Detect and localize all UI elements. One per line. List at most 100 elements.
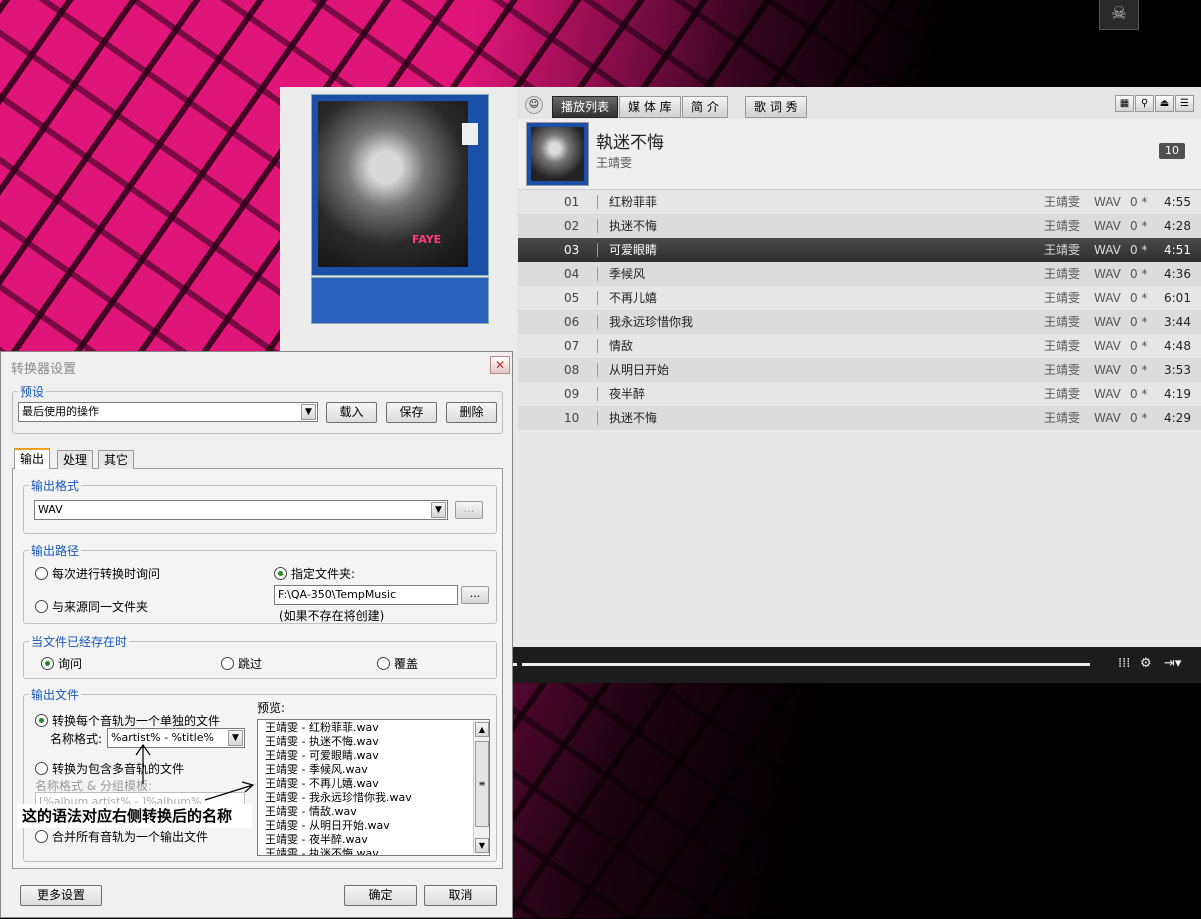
track-duration: 4:29 xyxy=(1164,411,1191,425)
track-duration: 4:55 xyxy=(1164,195,1191,209)
track-artist: 王靖雯 xyxy=(1044,315,1081,329)
track-duration: 4:51 xyxy=(1164,243,1191,257)
output-icon[interactable]: ⇥▾ xyxy=(1164,656,1181,671)
album-art-panel: FAYE xyxy=(280,87,517,352)
track-format: WAV xyxy=(1094,243,1121,257)
column-divider xyxy=(597,387,598,401)
track-format: WAV xyxy=(1094,411,1121,425)
tab-playlist[interactable]: 播放列表 xyxy=(552,96,619,118)
column-divider xyxy=(597,267,598,281)
settings-icon[interactable]: ⚙ xyxy=(1140,656,1152,671)
track-row[interactable]: 02 执迷不悔 王靖雯 WAV 0 * 4:28 xyxy=(518,214,1201,238)
annotation-arrows xyxy=(135,743,255,801)
column-divider xyxy=(597,363,598,377)
column-divider xyxy=(597,411,598,425)
track-artist: 王靖雯 xyxy=(1044,195,1081,209)
track-duration: 4:28 xyxy=(1164,219,1191,233)
track-number: 01 xyxy=(564,195,580,209)
search-icon[interactable]: ⚲ xyxy=(1135,95,1154,112)
track-number: 07 xyxy=(564,339,580,353)
track-format: WAV xyxy=(1094,387,1121,401)
track-title: 执迷不悔 xyxy=(609,219,658,233)
album-header: 執迷不悔 王靖雯 10 xyxy=(518,119,1201,190)
cancel-button[interactable]: 取消 xyxy=(424,885,497,906)
player-toolbar: ▦ ⚲ ⏏ ☰ xyxy=(1114,95,1194,112)
track-number: 04 xyxy=(564,267,580,281)
converter-settings-dialog: 转换器设置 ✕ 预设 最后使用的操作 ▼ 载入 保存 删除 输出 处理 其它 输… xyxy=(0,351,513,918)
annotation-text: 这的语法对应右侧转换后的名称 xyxy=(17,804,252,828)
column-divider xyxy=(597,219,598,233)
track-artist: 王靖雯 xyxy=(1044,219,1081,233)
track-row[interactable]: 01 红粉菲菲 王靖雯 WAV 0 * 4:55 xyxy=(518,190,1201,214)
track-duration: 3:44 xyxy=(1164,315,1191,329)
player-controls: ⁞⁞⁞ ⚙ ⇥▾ xyxy=(512,647,1201,683)
progress-bar[interactable] xyxy=(522,663,1090,666)
track-rating: 0 * xyxy=(1130,267,1148,281)
track-row[interactable]: 09 夜半醉 王靖雯 WAV 0 * 4:19 xyxy=(518,382,1201,406)
track-artist: 王靖雯 xyxy=(1044,411,1081,425)
track-artist: 王靖雯 xyxy=(1044,387,1081,401)
tab-lyrics[interactable]: 歌 词 秀 xyxy=(745,96,807,118)
track-title: 红粉菲菲 xyxy=(609,195,658,209)
ok-button[interactable]: 确定 xyxy=(344,885,417,906)
track-rating: 0 * xyxy=(1130,291,1148,305)
track-list: 01 红粉菲菲 王靖雯 WAV 0 * 4:55 02 执迷不悔 王靖雯 WAV 0 * 4:28 03… xyxy=(518,190,1201,430)
track-title: 可爱眼睛 xyxy=(609,243,658,257)
track-duration: 6:01 xyxy=(1164,291,1191,305)
track-row[interactable]: 07 情敌 王靖雯 WAV 0 * 4:48 xyxy=(518,334,1201,358)
track-number: 08 xyxy=(564,363,580,377)
tab-media-library[interactable]: 媒 体 库 xyxy=(619,96,681,118)
track-title: 执迷不悔 xyxy=(609,411,658,425)
track-row[interactable]: 08 从明日开始 王靖雯 WAV 0 * 3:53 xyxy=(518,358,1201,382)
track-artist: 王靖雯 xyxy=(1044,267,1081,281)
track-rating: 0 * xyxy=(1130,363,1148,377)
equalizer-icon[interactable]: ⁞⁞⁞ xyxy=(1118,656,1130,671)
eject-icon[interactable]: ⏏ xyxy=(1155,95,1174,112)
track-row[interactable]: 03 可爱眼睛 王靖雯 WAV 0 * 4:51 xyxy=(518,238,1201,262)
track-number: 09 xyxy=(564,387,580,401)
track-format: WAV xyxy=(1094,315,1121,329)
track-number: 02 xyxy=(564,219,580,233)
track-artist: 王靖雯 xyxy=(1044,243,1081,257)
track-artist: 王靖雯 xyxy=(1044,291,1081,305)
menu-icon[interactable]: ☰ xyxy=(1175,95,1194,112)
album-artist: 王靖雯 xyxy=(596,156,633,170)
track-format: WAV xyxy=(1094,339,1121,353)
track-rating: 0 * xyxy=(1130,411,1148,425)
track-number: 06 xyxy=(564,315,580,329)
track-duration: 4:19 xyxy=(1164,387,1191,401)
cover-stamp xyxy=(462,123,478,145)
grid-view-icon[interactable]: ▦ xyxy=(1115,95,1134,112)
album-title: 執迷不悔 xyxy=(596,133,664,153)
track-count-badge: 10 xyxy=(1159,143,1185,159)
album-thumbnail xyxy=(526,122,589,186)
column-divider xyxy=(597,243,598,257)
track-rating: 0 * xyxy=(1130,243,1148,257)
track-number: 05 xyxy=(564,291,580,305)
track-number: 03 xyxy=(564,243,580,257)
column-divider xyxy=(597,339,598,353)
track-format: WAV xyxy=(1094,195,1121,209)
column-divider xyxy=(597,291,598,305)
alien-icon[interactable]: ☠ xyxy=(1099,0,1139,30)
tab-intro[interactable]: 简 介 xyxy=(682,96,728,118)
track-row[interactable]: 05 不再儿嬉 王靖雯 WAV 0 * 6:01 xyxy=(518,286,1201,310)
column-divider xyxy=(597,195,598,209)
track-title: 夜半醉 xyxy=(609,387,646,401)
cover-tag: FAYE xyxy=(412,233,442,246)
track-format: WAV xyxy=(1094,267,1121,281)
track-title: 我永远珍惜你我 xyxy=(609,315,694,329)
cover-photo xyxy=(318,101,468,267)
track-duration: 3:53 xyxy=(1164,363,1191,377)
skin-icon[interactable]: ☺ xyxy=(525,96,543,114)
more-settings-button[interactable]: 更多设置 xyxy=(20,885,102,906)
track-row[interactable]: 04 季候风 王靖雯 WAV 0 * 4:36 xyxy=(518,262,1201,286)
track-title: 从明日开始 xyxy=(609,363,670,377)
track-format: WAV xyxy=(1094,363,1121,377)
track-artist: 王靖雯 xyxy=(1044,363,1081,377)
track-format: WAV xyxy=(1094,219,1121,233)
track-rating: 0 * xyxy=(1130,219,1148,233)
track-row[interactable]: 06 我永远珍惜你我 王靖雯 WAV 0 * 3:44 xyxy=(518,310,1201,334)
track-title: 不再儿嬉 xyxy=(609,291,658,305)
track-row[interactable]: 10 执迷不悔 王靖雯 WAV 0 * 4:29 xyxy=(518,406,1201,430)
